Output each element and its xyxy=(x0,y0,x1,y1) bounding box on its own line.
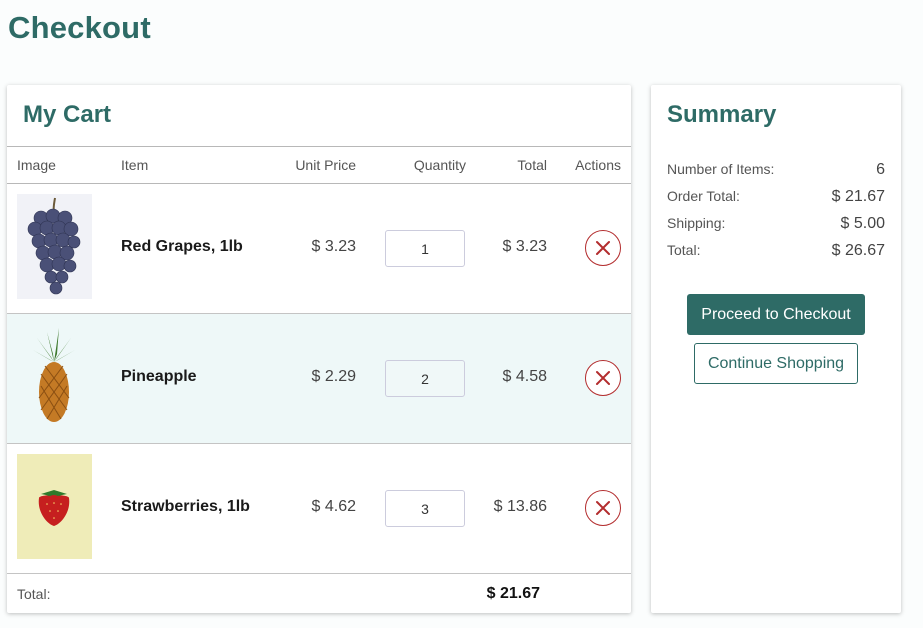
item-name: Strawberries, 1lb xyxy=(121,498,250,515)
cart-total-value: $ 21.67 xyxy=(486,585,540,602)
summary-value: 6 xyxy=(876,161,885,178)
table-row: Strawberries, 1lb $ 4.62 $ 13.86 xyxy=(7,444,631,574)
summary-panel: Summary Number of Items: 6 Order Total: … xyxy=(651,85,901,613)
summary-value: $ 5.00 xyxy=(840,215,885,232)
quantity-input[interactable] xyxy=(385,490,465,527)
cart-total-label: Total: xyxy=(17,586,51,602)
item-name: Red Grapes, 1lb xyxy=(121,238,243,255)
summary-value: $ 26.67 xyxy=(831,242,885,259)
pineapple-image xyxy=(17,324,92,429)
table-row: Red Grapes, 1lb $ 3.23 $ 3.23 xyxy=(7,184,631,314)
column-header-quantity: Quantity xyxy=(413,157,466,173)
quantity-input[interactable] xyxy=(385,360,465,397)
cart-panel: My Cart Image Item Unit Price Quantity T… xyxy=(7,85,631,613)
unit-price: $ 2.29 xyxy=(311,368,356,385)
proceed-to-checkout-button[interactable]: Proceed to Checkout xyxy=(687,294,865,335)
quantity-input[interactable] xyxy=(385,230,465,267)
close-icon xyxy=(596,501,610,515)
unit-price: $ 4.62 xyxy=(311,498,356,515)
remove-item-button[interactable] xyxy=(585,360,621,396)
summary-label: Number of Items: xyxy=(667,161,775,177)
page-title: Checkout xyxy=(8,10,151,45)
close-icon xyxy=(596,241,610,255)
line-total: $ 3.23 xyxy=(502,238,547,255)
table-header: Image Item Unit Price Quantity Total Act… xyxy=(7,146,631,184)
summary-label: Total: xyxy=(667,242,701,258)
cart-table: Image Item Unit Price Quantity Total Act… xyxy=(7,146,631,614)
column-header-item: Item xyxy=(121,157,149,173)
column-header-actions: Actions xyxy=(575,157,621,173)
grapes-image xyxy=(17,194,92,299)
column-header-image: Image xyxy=(17,157,56,173)
column-header-total: Total xyxy=(517,157,547,173)
remove-item-button[interactable] xyxy=(585,230,621,266)
summary-value: $ 21.67 xyxy=(831,188,885,205)
strawberry-image xyxy=(17,454,92,559)
remove-item-button[interactable] xyxy=(585,490,621,526)
table-row: Pineapple $ 2.29 $ 4.58 xyxy=(7,314,631,444)
item-name: Pineapple xyxy=(121,368,197,385)
close-icon xyxy=(596,371,610,385)
summary-shipping: Shipping: $ 5.00 xyxy=(667,215,885,242)
summary-label: Order Total: xyxy=(667,188,740,204)
continue-shopping-button[interactable]: Continue Shopping xyxy=(694,343,858,384)
summary-title: Summary xyxy=(667,101,777,128)
line-total: $ 13.86 xyxy=(493,498,547,515)
summary-label: Shipping: xyxy=(667,215,726,231)
cart-title: My Cart xyxy=(23,101,112,128)
column-header-unit-price: Unit Price xyxy=(295,157,356,173)
summary-order-total: Order Total: $ 21.67 xyxy=(667,188,885,215)
unit-price: $ 3.23 xyxy=(311,238,356,255)
summary-lines: Number of Items: 6 Order Total: $ 21.67 … xyxy=(667,161,885,269)
summary-grand-total: Total: $ 26.67 xyxy=(667,242,885,269)
line-total: $ 4.58 xyxy=(502,368,547,385)
table-footer: Total: $ 21.67 xyxy=(7,574,631,614)
summary-item-count: Number of Items: 6 xyxy=(667,161,885,188)
